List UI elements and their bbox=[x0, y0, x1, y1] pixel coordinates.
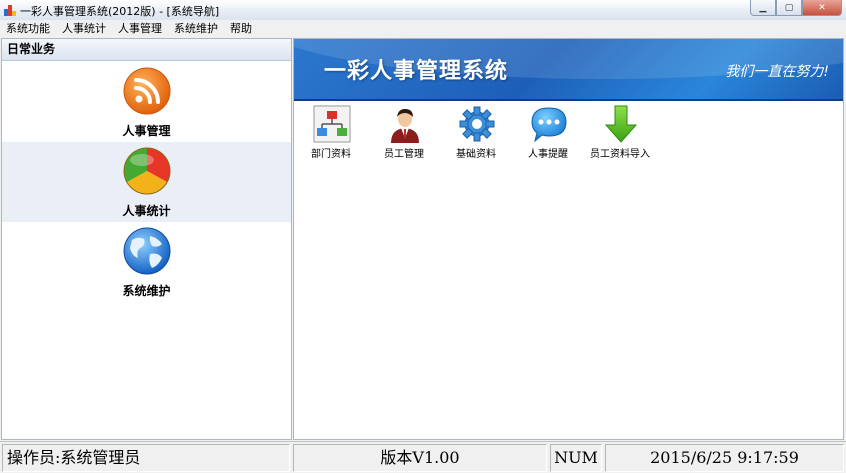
nav-label-hr-statistics: 人事统计 bbox=[122, 204, 171, 218]
close-icon: ✕ bbox=[818, 2, 826, 13]
banner-title: 一彩人事管理系统 bbox=[324, 59, 509, 84]
main-content-panel: 一彩人事管理系统 我们一直在努力! 部门资料 员工管理 基础资料 人事提醒 员工… bbox=[293, 38, 844, 440]
menu-bar: 系统功能 人事统计 人事管理 系统维护 帮助 bbox=[0, 20, 846, 38]
status-datetime: 2015/6/25 9:17:59 bbox=[605, 444, 844, 472]
status-bar: 操作员:系统管理员 版本V1.00 NUM 2015/6/25 9:17:59 bbox=[0, 441, 846, 473]
tool-employee-import[interactable]: 员工资料导入 bbox=[585, 105, 655, 161]
minimize-button[interactable]: ▁ bbox=[750, 0, 776, 16]
tool-label-department-info: 部门资料 bbox=[311, 149, 351, 160]
panel-header: 日常业务 bbox=[2, 39, 291, 61]
window-title: 一彩人事管理系统(2012版) - [系统导航] bbox=[20, 5, 220, 18]
maximize-icon: ▢ bbox=[784, 2, 794, 13]
tool-label-employee-import: 员工资料导入 bbox=[590, 149, 650, 160]
tool-department-info[interactable]: 部门资料 bbox=[296, 105, 366, 161]
nav-label-system-maintenance: 系统维护 bbox=[122, 284, 171, 298]
nav-item-system-maintenance[interactable]: 系统维护 bbox=[2, 222, 291, 302]
org-chart-icon bbox=[313, 105, 351, 143]
menu-hr-statistics[interactable]: 人事统计 bbox=[56, 20, 112, 38]
pie-chart-icon bbox=[123, 147, 171, 195]
daily-business-panel: 日常业务 人事管理 人事统计 系统维护 bbox=[1, 38, 292, 440]
rss-orange-icon bbox=[123, 67, 171, 115]
tool-label-hr-reminder: 人事提醒 bbox=[528, 149, 568, 160]
tool-hr-reminder[interactable]: 人事提醒 bbox=[513, 105, 583, 161]
nav-item-hr-statistics[interactable]: 人事统计 bbox=[2, 142, 291, 222]
banner-divider bbox=[294, 99, 843, 101]
maximize-button[interactable]: ▢ bbox=[776, 0, 802, 16]
minimize-icon: ▁ bbox=[759, 2, 767, 13]
menu-help[interactable]: 帮助 bbox=[224, 20, 258, 38]
tool-label-employee-management: 员工管理 bbox=[384, 149, 424, 160]
tool-basic-info[interactable]: 基础资料 bbox=[441, 105, 511, 161]
status-operator: 操作员:系统管理员 bbox=[2, 444, 290, 472]
tool-employee-management[interactable]: 员工管理 bbox=[369, 105, 439, 161]
menu-system-functions[interactable]: 系统功能 bbox=[0, 20, 56, 38]
gear-icon bbox=[459, 106, 495, 142]
banner-slogan: 我们一直在努力! bbox=[725, 64, 829, 80]
nav-label-hr-management: 人事管理 bbox=[122, 124, 171, 138]
menu-hr-management[interactable]: 人事管理 bbox=[112, 20, 168, 38]
app-icon bbox=[4, 5, 16, 16]
close-button[interactable]: ✕ bbox=[802, 0, 842, 16]
title-bar: 一彩人事管理系统(2012版) - [系统导航] ▁ ▢ ✕ bbox=[0, 0, 846, 20]
tool-label-basic-info: 基础资料 bbox=[456, 149, 496, 160]
status-version: 版本V1.00 bbox=[293, 444, 547, 472]
globe-icon bbox=[123, 227, 171, 275]
menu-system-maintenance[interactable]: 系统维护 bbox=[168, 20, 224, 38]
header-banner: 一彩人事管理系统 我们一直在努力! bbox=[294, 39, 843, 101]
status-numlock: NUM bbox=[550, 444, 602, 472]
down-arrow-icon bbox=[604, 105, 638, 143]
employee-icon bbox=[391, 109, 419, 143]
nav-item-hr-management[interactable]: 人事管理 bbox=[2, 62, 291, 142]
window-controls: ▁ ▢ ✕ bbox=[750, 0, 842, 18]
chat-bubble-icon bbox=[531, 107, 567, 143]
